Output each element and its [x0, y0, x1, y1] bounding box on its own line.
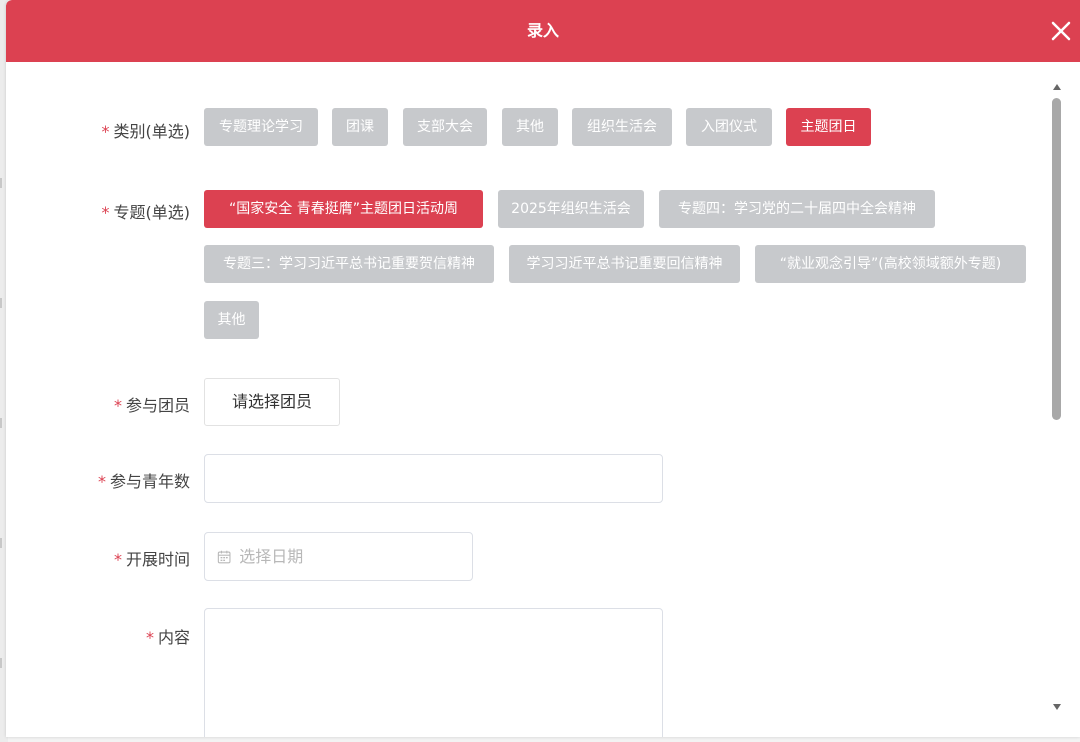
topic-option[interactable]: 其他	[204, 301, 259, 339]
category-option[interactable]: 支部大会	[403, 108, 487, 146]
select-members-button[interactable]: 请选择团员	[204, 378, 340, 426]
content-label-text: 内容	[157, 628, 190, 647]
required-mark: *	[145, 628, 154, 647]
required-mark: *	[113, 550, 122, 569]
category-option[interactable]: 团课	[332, 108, 388, 146]
topic-option-selected[interactable]: “国家安全 青春挺膺”主题团日活动周	[204, 190, 483, 228]
required-mark: *	[97, 472, 106, 491]
date-picker[interactable]	[204, 532, 473, 581]
entry-modal: 录入 * 类别(单选) 专题理论学习 团课 支部大会 其他 组织生活会 入团仪式 …	[6, 0, 1080, 737]
topic-option[interactable]: 2025年组织生活会	[498, 190, 644, 228]
date-input[interactable]	[231, 533, 472, 580]
category-option[interactable]: 入团仪式	[686, 108, 772, 146]
date-label-text: 开展时间	[125, 550, 190, 569]
youth-count-label: * 参与青年数	[50, 468, 190, 492]
members-label: * 参与团员	[50, 392, 190, 416]
category-option[interactable]: 专题理论学习	[204, 108, 318, 146]
content-textarea[interactable]	[205, 609, 662, 737]
close-icon	[1051, 21, 1071, 41]
modal-header: 录入	[6, 0, 1080, 62]
required-mark: *	[101, 203, 110, 222]
scrollbar-thumb[interactable]	[1052, 98, 1061, 420]
close-button[interactable]	[1046, 16, 1076, 46]
required-mark: *	[101, 122, 110, 141]
category-option[interactable]: 组织生活会	[572, 108, 672, 146]
content-field	[204, 608, 663, 737]
topic-option[interactable]: “就业观念引导”(高校领域额外专题)	[755, 245, 1026, 283]
topic-label-text: 专题(单选)	[113, 203, 191, 222]
modal-title: 录入	[526, 21, 559, 40]
required-mark: *	[113, 396, 122, 415]
modal-body: * 类别(单选) 专题理论学习 团课 支部大会 其他 组织生活会 入团仪式 主题团…	[6, 62, 1080, 737]
youth-count-field	[204, 454, 663, 503]
topic-option[interactable]: 专题四：学习党的二十届四中全会精神	[659, 190, 935, 228]
topic-label: * 专题(单选)	[50, 199, 191, 223]
category-option[interactable]: 其他	[502, 108, 558, 146]
scroll-down-arrow-icon[interactable]	[1053, 704, 1061, 710]
category-label-text: 类别(单选)	[113, 122, 191, 141]
calendar-icon	[217, 550, 231, 563]
date-label: * 开展时间	[50, 546, 190, 570]
members-label-text: 参与团员	[125, 396, 190, 415]
topic-option[interactable]: 专题三：学习习近平总书记重要贺信精神	[204, 245, 494, 283]
scroll-up-arrow-icon[interactable]	[1053, 84, 1061, 90]
category-option-selected[interactable]: 主题团日	[786, 108, 871, 146]
youth-count-input[interactable]	[205, 455, 662, 502]
youth-count-label-text: 参与青年数	[109, 472, 190, 491]
content-label: * 内容	[50, 624, 190, 648]
scrollbar[interactable]	[1050, 76, 1064, 716]
category-label: * 类别(单选)	[50, 118, 191, 142]
topic-option[interactable]: 学习习近平总书记重要回信精神	[509, 245, 740, 283]
